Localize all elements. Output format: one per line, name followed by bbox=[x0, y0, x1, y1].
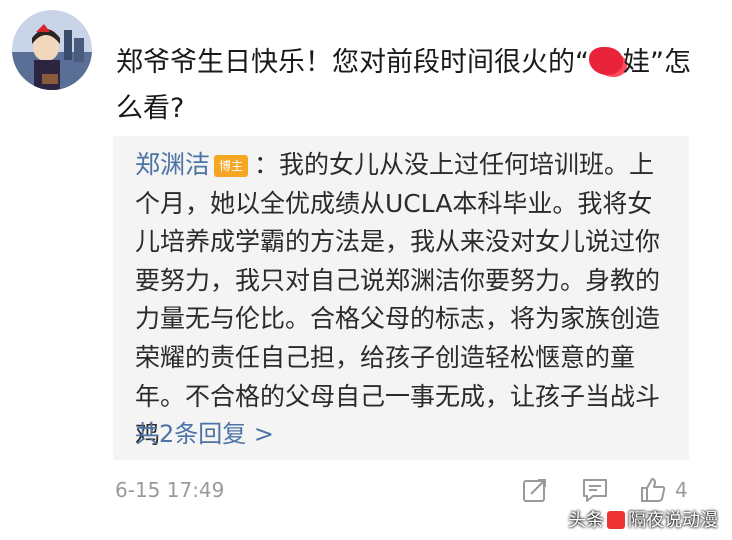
watermark-name: 隔夜说动漫 bbox=[628, 510, 718, 531]
avatar-illustration-icon bbox=[12, 10, 92, 90]
comment-meta-row: 6-15 17:49 4 bbox=[113, 476, 693, 506]
share-button[interactable] bbox=[521, 476, 549, 504]
view-replies-link[interactable]: 共2条回复 > bbox=[135, 414, 274, 449]
like-thumb-icon bbox=[641, 478, 666, 502]
reply-content: ：我的女儿从没上过任何培训班。上个月，她以全优成绩从UCLA本科毕业。我将女儿培… bbox=[135, 150, 661, 450]
watermark: 头条 隔夜说动漫 bbox=[568, 506, 718, 532]
like-button[interactable] bbox=[639, 476, 667, 504]
like-count: 4 bbox=[675, 478, 688, 502]
quoted-reply-box[interactable]: 郑渊洁 博主 ：我的女儿从没上过任何培训班。上个月，她以全优成绩从UCLA本科毕业。… bbox=[113, 136, 689, 460]
comment-button[interactable] bbox=[581, 476, 609, 504]
user-avatar[interactable] bbox=[12, 10, 92, 90]
blogger-badge: 博主 bbox=[214, 155, 249, 177]
comment-timestamp: 6-15 17:49 bbox=[115, 478, 225, 502]
watermark-prefix: 头条 bbox=[568, 510, 604, 531]
comment-icon bbox=[583, 479, 607, 502]
watermark-logo-icon bbox=[607, 511, 625, 529]
comment-text: 郑爷爷生日快乐！您对前段时间很火的“ 娃”怎么看? bbox=[116, 40, 716, 132]
comment-text-part1: 郑爷爷生日快乐！您对前段时间很火的“ bbox=[116, 47, 589, 78]
share-icon bbox=[523, 479, 546, 502]
redaction-mark bbox=[589, 47, 623, 75]
quoted-reply-text: 郑渊洁 博主 ：我的女儿从没上过任何培训班。上个月，她以全优成绩从UCLA本科毕业。… bbox=[135, 146, 671, 455]
reply-author-name[interactable]: 郑渊洁 bbox=[135, 150, 210, 179]
